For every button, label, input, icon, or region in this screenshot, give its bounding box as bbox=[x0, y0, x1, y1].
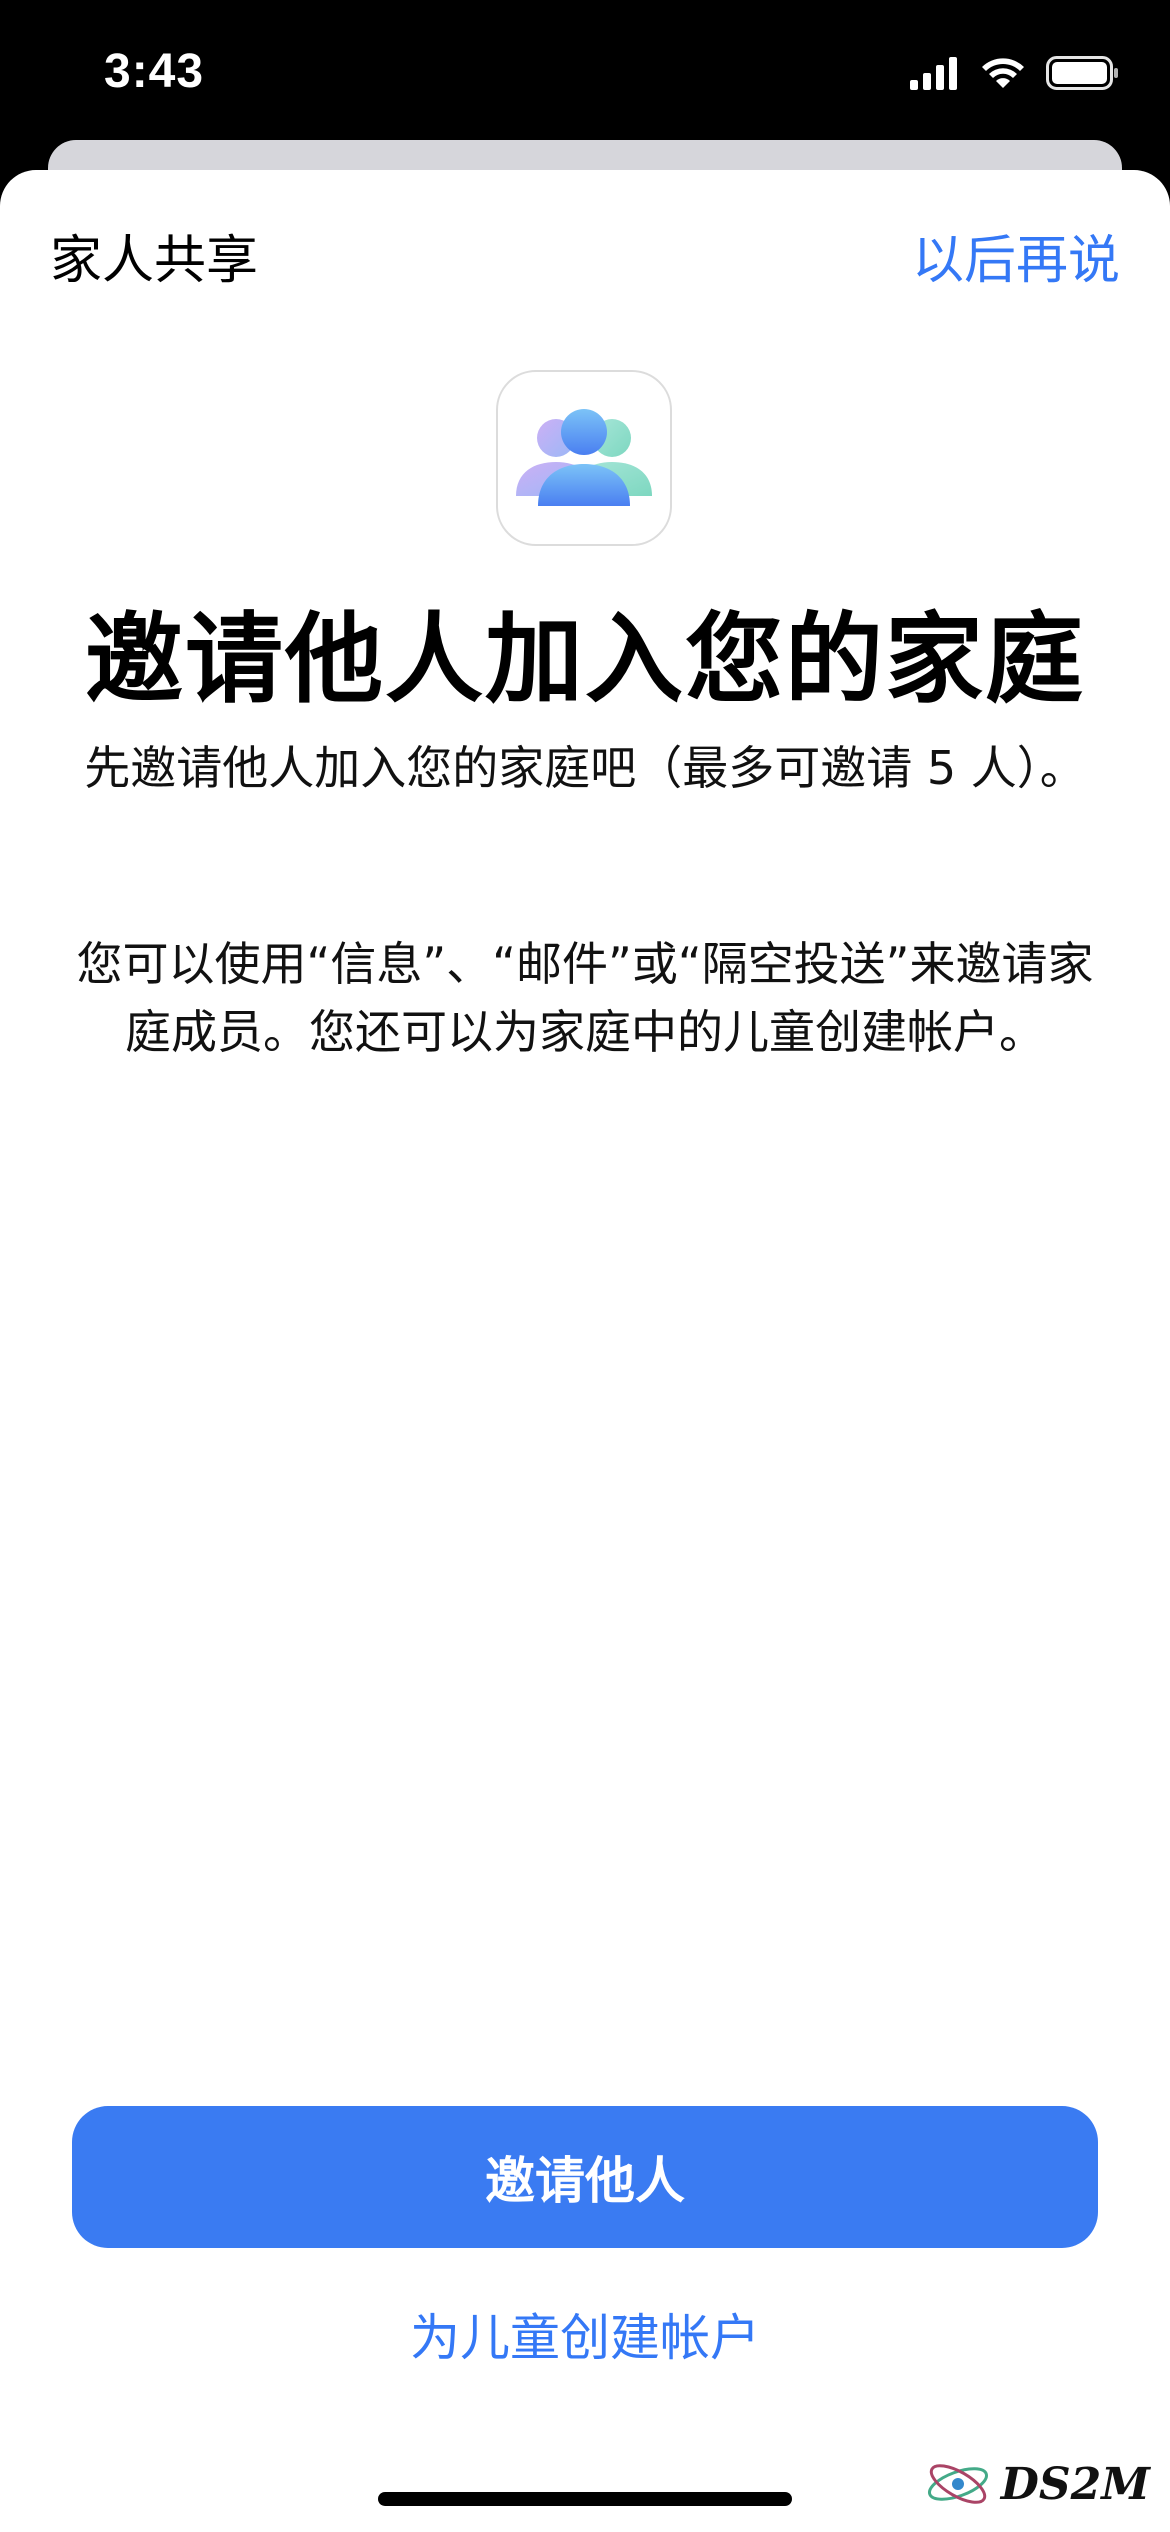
invite-others-button[interactable]: 邀请他人 bbox=[72, 2106, 1098, 2248]
screen: 3:43 家人共享 以后再说 邀请他人加入您的家庭 先邀请他人加入您的家庭吧（最… bbox=[0, 0, 1170, 2532]
watermark: DS2M bbox=[923, 2456, 1150, 2512]
status-icons bbox=[910, 56, 1120, 90]
nav-title: 家人共享 bbox=[50, 231, 259, 291]
invite-description: 您可以使用“信息”、“邮件”或“隔空投送”来邀请家庭成员。您还可以为家庭中的儿童… bbox=[76, 937, 1094, 1059]
invite-others-label: 邀请他人 bbox=[485, 2152, 685, 2210]
wifi-icon bbox=[982, 58, 1024, 88]
family-sharing-sheet: 家人共享 以后再说 邀请他人加入您的家庭 先邀请他人加入您的家庭吧（最多可邀请 … bbox=[0, 170, 1170, 2532]
battery-icon bbox=[1046, 56, 1118, 90]
cellular-signal-icon bbox=[910, 57, 957, 90]
page-title: 邀请他人加入您的家庭 bbox=[84, 603, 1085, 717]
home-indicator[interactable] bbox=[378, 2492, 792, 2506]
later-button[interactable]: 以后再说 bbox=[912, 218, 1120, 293]
create-child-account-link[interactable]: 为儿童创建帐户 bbox=[0, 2298, 1170, 2370]
family-sharing-icon bbox=[496, 370, 672, 546]
invite-subtitle: 先邀请他人加入您的家庭吧（最多可邀请 5 人）。 bbox=[84, 741, 1086, 795]
status-time: 3:43 bbox=[104, 45, 205, 98]
status-bar: 3:43 bbox=[0, 0, 1170, 150]
watermark-text: DS2M bbox=[1000, 2458, 1150, 2510]
watermark-logo-icon bbox=[927, 2464, 988, 2504]
